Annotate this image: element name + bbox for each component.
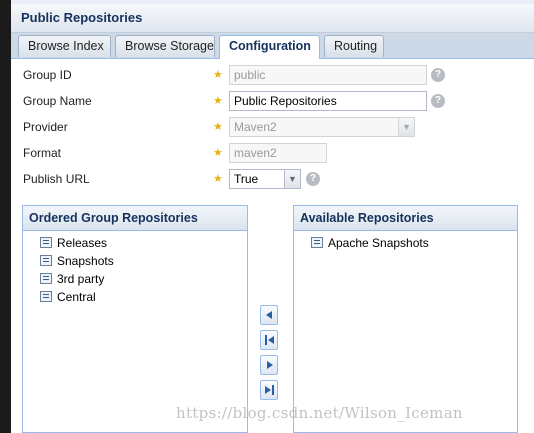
- tab-browse-storage[interactable]: Browse Storage: [115, 35, 215, 57]
- group-id-field[interactable]: public: [229, 65, 427, 85]
- ordered-group-list: Releases Snapshots 3rd party Central: [23, 231, 247, 306]
- window-frame-left: [0, 0, 11, 433]
- repository-icon: [40, 255, 52, 266]
- move-all-right-button[interactable]: [260, 380, 278, 400]
- tab-configuration[interactable]: Configuration: [219, 35, 320, 59]
- list-item[interactable]: Snapshots: [23, 252, 247, 270]
- required-star-icon: ★: [213, 173, 223, 185]
- help-icon[interactable]: ?: [431, 94, 445, 108]
- required-star-icon: ★: [213, 121, 223, 133]
- required-star-icon: ★: [213, 95, 223, 107]
- tab-browse-index[interactable]: Browse Index: [18, 35, 111, 57]
- publish-url-label: Publish URL: [23, 172, 90, 186]
- available-repositories-grid: Available Repositories Apache Snapshots: [293, 205, 518, 433]
- panel-title: Public Repositories: [21, 10, 143, 25]
- bar-icon: [265, 335, 267, 345]
- group-name-field[interactable]: Public Repositories: [229, 91, 427, 111]
- repository-icon: [40, 237, 52, 248]
- repository-name: Snapshots: [57, 254, 114, 268]
- repository-name: Releases: [57, 236, 108, 250]
- move-all-left-button[interactable]: [260, 330, 278, 350]
- list-item[interactable]: Apache Snapshots: [294, 234, 517, 252]
- ordered-group-title: Ordered Group Repositories: [23, 206, 247, 231]
- provider-select[interactable]: Maven2: [229, 117, 399, 137]
- repository-name: Apache Snapshots: [328, 236, 429, 250]
- provider-label: Provider: [23, 120, 68, 134]
- list-item[interactable]: Central: [23, 288, 247, 306]
- required-star-icon: ★: [213, 69, 223, 81]
- list-item[interactable]: Releases: [23, 234, 247, 252]
- panel-header: Public Repositories: [11, 4, 534, 33]
- arrow-left-icon: [266, 311, 272, 319]
- repository-icon: [40, 291, 52, 302]
- move-left-button[interactable]: [260, 305, 278, 325]
- format-field[interactable]: maven2: [229, 143, 327, 163]
- help-icon[interactable]: ?: [431, 68, 445, 82]
- watermark-text: https://blog.csdn.net/Wilson_Iceman: [176, 404, 463, 422]
- group-name-label: Group Name: [23, 94, 92, 108]
- chevron-down-icon[interactable]: ▼: [285, 169, 301, 189]
- arrow-right-icon: [265, 386, 271, 394]
- move-right-button[interactable]: [260, 355, 278, 375]
- tab-routing[interactable]: Routing: [324, 35, 384, 57]
- group-id-label: Group ID: [23, 68, 72, 82]
- available-list: Apache Snapshots: [294, 231, 517, 252]
- chevron-down-icon[interactable]: ▼: [399, 117, 415, 137]
- help-icon[interactable]: ?: [306, 172, 320, 186]
- format-label: Format: [23, 146, 62, 160]
- publish-url-select[interactable]: True: [229, 169, 285, 189]
- list-item[interactable]: 3rd party: [23, 270, 247, 288]
- arrow-left-icon: [268, 336, 274, 344]
- repository-name: 3rd party: [57, 272, 105, 286]
- repository-name: Central: [57, 290, 96, 304]
- repository-icon: [311, 237, 323, 248]
- repository-icon: [40, 273, 52, 284]
- arrow-right-icon: [267, 361, 273, 369]
- required-star-icon: ★: [213, 147, 223, 159]
- repository-panel: Public Repositories Browse Index Browse …: [11, 4, 534, 433]
- bar-icon: [272, 385, 274, 395]
- tab-bar: Browse Index Browse Storage Configuratio…: [11, 33, 534, 59]
- available-title: Available Repositories: [294, 206, 517, 231]
- ordered-group-repositories-grid: Ordered Group Repositories Releases Snap…: [22, 205, 248, 433]
